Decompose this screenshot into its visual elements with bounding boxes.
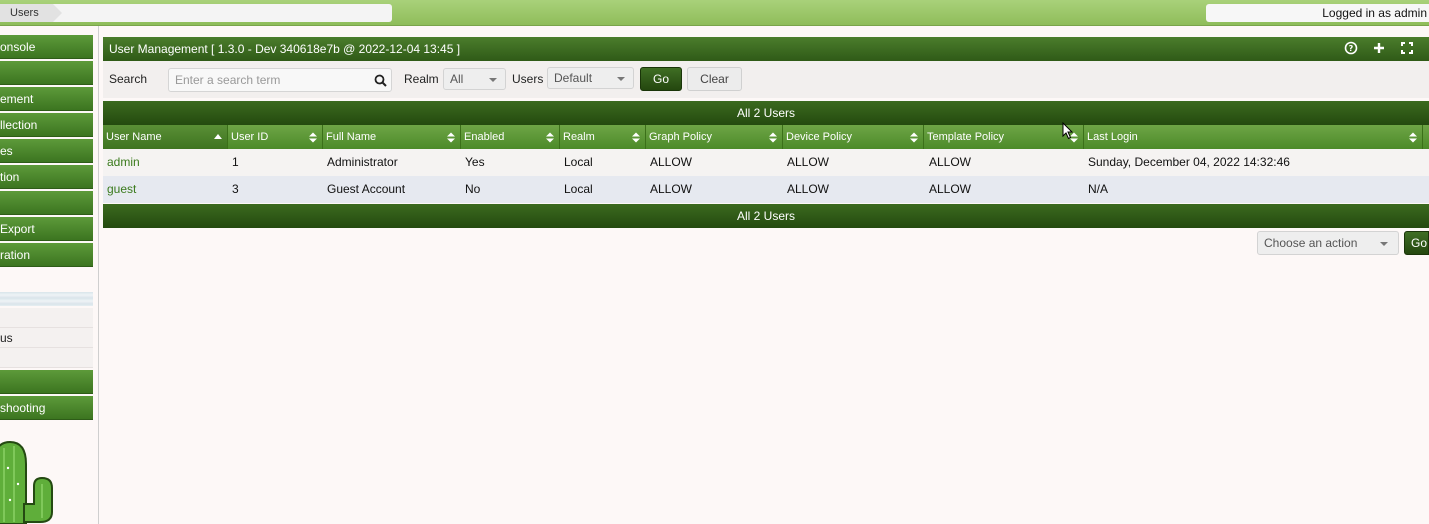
graph-policy-cell: ALLOW bbox=[650, 182, 693, 196]
sidebar-sub-blank-2[interactable] bbox=[0, 348, 93, 368]
user-id-cell: 1 bbox=[232, 155, 239, 169]
column-header-label: Device Policy bbox=[786, 131, 853, 143]
sidebar-item-collection[interactable]: llection bbox=[0, 113, 93, 137]
sidebar-item-blank-2[interactable] bbox=[0, 191, 93, 215]
breadcrumb-item-users[interactable]: Users bbox=[0, 4, 62, 22]
column-header-user-id[interactable]: User ID bbox=[228, 125, 323, 149]
sidebar-item-blank-3[interactable] bbox=[0, 370, 93, 394]
user-id-cell: 3 bbox=[232, 182, 239, 196]
sidebar-separator bbox=[0, 292, 93, 306]
template-policy-cell: ALLOW bbox=[929, 155, 972, 169]
search-placeholder: Enter a search term bbox=[175, 73, 281, 87]
last-login-cell: Sunday, December 04, 2022 14:32:46 bbox=[1088, 155, 1290, 169]
column-header-label: Template Policy bbox=[927, 131, 1005, 143]
sidebar-sub-status[interactable]: us bbox=[0, 328, 93, 348]
chevron-down-icon bbox=[617, 77, 625, 81]
search-label: Search bbox=[109, 72, 148, 86]
realm-select-value: All bbox=[450, 72, 464, 86]
column-header-label: Graph Policy bbox=[649, 131, 712, 143]
action-go-button[interactable]: Go bbox=[1404, 231, 1429, 255]
enabled-cell: Yes bbox=[465, 155, 485, 169]
sort-icon bbox=[546, 132, 554, 143]
column-header-label: User ID bbox=[231, 131, 269, 143]
table-row[interactable]: admin 1 Administrator Yes Local ALLOW AL… bbox=[103, 149, 1429, 176]
column-header-realm[interactable]: Realm bbox=[560, 125, 646, 149]
sort-ascending-icon bbox=[214, 134, 222, 139]
table-header: User Name User ID Full Name Enabled Real… bbox=[103, 125, 1429, 149]
last-login-cell: N/A bbox=[1088, 182, 1109, 196]
fullscreen-icon[interactable] bbox=[1399, 41, 1415, 57]
realm-label: Realm bbox=[404, 72, 439, 86]
table-caption-bottom: All 2 Users bbox=[103, 204, 1429, 228]
search-icon[interactable] bbox=[374, 74, 387, 87]
column-header-label: User Name bbox=[106, 131, 162, 143]
column-header-template-policy[interactable]: Template Policy bbox=[924, 125, 1084, 149]
sidebar-item-console[interactable]: onsole bbox=[0, 35, 93, 59]
users-select-value: Default bbox=[554, 71, 593, 85]
column-header-graph-policy[interactable]: Graph Policy bbox=[646, 125, 783, 149]
svg-text:?: ? bbox=[1349, 44, 1354, 53]
sidebar-item-troubleshooting[interactable]: shooting bbox=[0, 396, 93, 420]
users-label: Users bbox=[512, 72, 544, 86]
top-bar: Users Logged in as admin bbox=[0, 0, 1429, 26]
action-select[interactable]: Choose an action bbox=[1257, 231, 1399, 255]
help-icon[interactable]: ? bbox=[1343, 41, 1359, 57]
full-name-cell: Administrator bbox=[327, 155, 398, 169]
breadcrumb: Users bbox=[0, 4, 392, 22]
action-select-value: Choose an action bbox=[1264, 236, 1358, 250]
clear-button[interactable]: Clear bbox=[687, 67, 742, 91]
column-header-enabled[interactable]: Enabled bbox=[461, 125, 560, 149]
column-header-device-policy[interactable]: Device Policy bbox=[783, 125, 924, 149]
table-caption-top: All 2 Users bbox=[103, 101, 1429, 125]
sort-icon bbox=[910, 132, 918, 143]
add-icon[interactable] bbox=[1371, 41, 1387, 57]
cactus-logo bbox=[0, 440, 53, 524]
table-row[interactable]: guest 3 Guest Account No Local ALLOW ALL… bbox=[103, 176, 1429, 203]
search-input[interactable]: Enter a search term bbox=[168, 68, 392, 92]
users-select[interactable]: Default bbox=[547, 67, 634, 89]
sort-icon bbox=[769, 132, 777, 143]
sidebar-item-export[interactable]: Export bbox=[0, 217, 93, 241]
realm-select[interactable]: All bbox=[443, 68, 506, 90]
column-header-label: Full Name bbox=[326, 131, 377, 143]
user-name-link[interactable]: guest bbox=[107, 176, 136, 203]
sort-icon bbox=[1409, 132, 1417, 143]
panel-header: User Management [ 1.3.0 - Dev 340618e7b … bbox=[103, 37, 1429, 61]
sidebar-item-blank-1[interactable] bbox=[0, 61, 93, 85]
sidebar-sub-blank[interactable] bbox=[0, 308, 93, 328]
sort-icon bbox=[447, 132, 455, 143]
sort-icon bbox=[632, 132, 640, 143]
column-header-full-name[interactable]: Full Name bbox=[323, 125, 461, 149]
sidebar-item-configuration[interactable]: ration bbox=[0, 243, 93, 267]
graph-policy-cell: ALLOW bbox=[650, 155, 693, 169]
sort-icon bbox=[309, 132, 317, 143]
column-header-last-login[interactable]: Last Login bbox=[1084, 125, 1423, 149]
go-button[interactable]: Go bbox=[640, 67, 682, 91]
sidebar-item-automation[interactable]: tion bbox=[0, 165, 93, 189]
column-header-user-name[interactable]: User Name bbox=[103, 125, 228, 149]
column-header-label: Realm bbox=[563, 131, 595, 143]
mouse-cursor-icon bbox=[1062, 122, 1074, 140]
panel-title: User Management [ 1.3.0 - Dev 340618e7b … bbox=[109, 42, 461, 56]
column-header-label: Enabled bbox=[464, 131, 505, 143]
column-header-label: Last Login bbox=[1087, 131, 1138, 143]
sidebar: onsole ement llection es tion Export rat… bbox=[0, 26, 99, 524]
login-status: Logged in as admin bbox=[1206, 4, 1429, 22]
sidebar-item-templates[interactable]: es bbox=[0, 139, 93, 163]
device-policy-cell: ALLOW bbox=[787, 155, 830, 169]
template-policy-cell: ALLOW bbox=[929, 182, 972, 196]
user-name-link[interactable]: admin bbox=[107, 149, 140, 176]
realm-cell: Local bbox=[564, 182, 593, 196]
full-name-cell: Guest Account bbox=[327, 182, 406, 196]
chevron-down-icon bbox=[1380, 242, 1388, 246]
sidebar-item-management[interactable]: ement bbox=[0, 87, 93, 111]
device-policy-cell: ALLOW bbox=[787, 182, 830, 196]
realm-cell: Local bbox=[564, 155, 593, 169]
enabled-cell: No bbox=[465, 182, 481, 196]
chevron-down-icon bbox=[489, 78, 497, 82]
